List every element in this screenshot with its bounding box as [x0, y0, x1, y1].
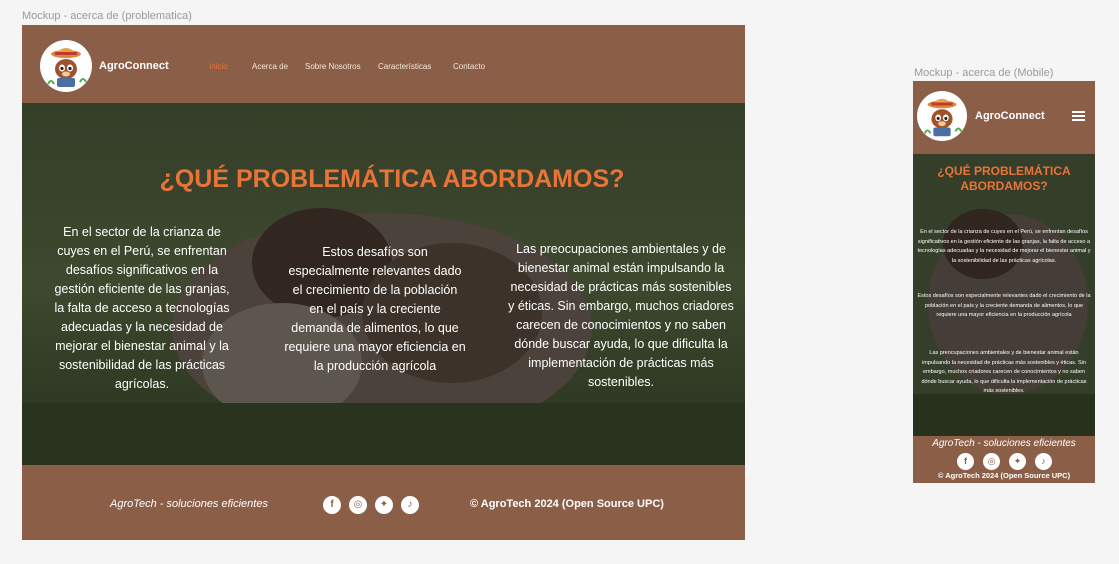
mobile-paragraph-2: Estos desafíos son especialmente relevan…	[917, 293, 1091, 318]
hamburger-menu-icon[interactable]	[1072, 111, 1085, 121]
facebook-icon[interactable]: f	[957, 453, 974, 470]
mobile-footer-tagline: AgroTech - soluciones eficientes	[932, 438, 1076, 449]
copyright: © AgroTech 2024 (Open Source UPC)	[470, 498, 664, 510]
problem-paragraph-1: En el sector de la crianza de cuyes en e…	[54, 225, 230, 391]
tiktok-icon[interactable]: ♪	[401, 496, 419, 514]
nav-inicio[interactable]: Inicio	[209, 62, 228, 71]
hero-title: ¿QUÉ PROBLEMÁTICA ABORDAMOS?	[159, 165, 625, 193]
site-footer: AgroTech - soluciones eficientes f ◎ ✦ ♪…	[22, 465, 745, 540]
mobile-footer: AgroTech - soluciones eficientes f ◎ ✦ ♪…	[913, 436, 1095, 483]
mobile-copyright: © AgroTech 2024 (Open Source UPC)	[937, 471, 1071, 480]
nav-acerca-de[interactable]: Acerca de	[252, 62, 288, 71]
guinea-pig-mascot-icon	[47, 47, 87, 88]
desktop-frame-label: Mockup - acerca de (problematica)	[22, 10, 192, 22]
mobile-logo[interactable]	[917, 91, 967, 141]
mobile-hero-title: ¿QUÉ PROBLEMÁTICA ABORDAMOS?	[937, 164, 1071, 193]
mobile-brand-name[interactable]: AgroConnect	[975, 110, 1045, 122]
nav-caracteristicas[interactable]: Características	[378, 62, 431, 71]
problem-paragraph-3: Las preocupaciones ambientales y de bien…	[508, 242, 734, 389]
desktop-mockup: AgroConnect Inicio Acerca de Sobre Nosot…	[22, 25, 745, 540]
nav-sobre-nosotros[interactable]: Sobre Nosotros	[305, 62, 361, 71]
facebook-icon[interactable]: f	[323, 496, 341, 514]
mobile-paragraph-3: Las preocupaciones ambientales y de bien…	[921, 350, 1087, 394]
instagram-icon[interactable]: ◎	[983, 453, 1000, 470]
mobile-mockup: AgroConnect ¿QUÉ PROBLEMÁTICA ABORDAMOS?…	[913, 81, 1095, 483]
nav-contacto[interactable]: Contacto	[453, 62, 485, 71]
guinea-pig-mascot-icon	[923, 97, 963, 138]
logo[interactable]	[40, 40, 92, 92]
twitter-icon[interactable]: ✦	[375, 496, 393, 514]
mobile-frame-label: Mockup - acerca de (Mobile)	[914, 67, 1054, 79]
mobile-header: AgroConnect	[913, 81, 1095, 154]
problem-paragraph-2: Estos desafíos son especialmente relevan…	[284, 245, 466, 373]
footer-tagline: AgroTech - soluciones eficientes	[110, 498, 268, 510]
mobile-paragraph-1: En el sector de la crianza de cuyes en e…	[917, 229, 1091, 264]
mobile-hero-section: ¿QUÉ PROBLEMÁTICA ABORDAMOS? En el secto…	[913, 154, 1095, 436]
instagram-icon[interactable]: ◎	[349, 496, 367, 514]
site-header: AgroConnect Inicio Acerca de Sobre Nosot…	[22, 25, 745, 103]
brand-name[interactable]: AgroConnect	[99, 60, 169, 72]
hero-section: ¿QUÉ PROBLEMÁTICA ABORDAMOS? En el secto…	[22, 103, 745, 465]
twitter-icon[interactable]: ✦	[1009, 453, 1026, 470]
tiktok-icon[interactable]: ♪	[1035, 453, 1052, 470]
